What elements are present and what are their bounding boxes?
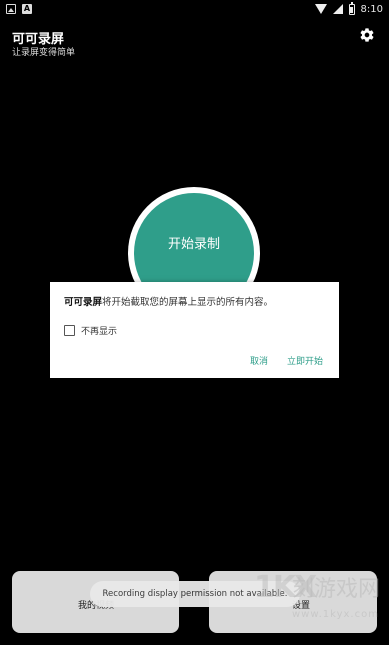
cancel-button[interactable]: 取消 <box>250 354 268 367</box>
image-notification-icon <box>6 4 16 14</box>
screen-capture-dialog: 可可录屏将开始截取您的屏幕上显示的所有内容。 不再显示 取消 立即开始 <box>50 282 339 378</box>
app-notification-icon: A <box>22 4 32 14</box>
dialog-app-name: 可可录屏 <box>64 297 103 308</box>
signal-icon <box>332 4 343 14</box>
settings-button[interactable] <box>356 24 378 46</box>
start-now-button[interactable]: 立即开始 <box>287 354 323 367</box>
gear-icon <box>360 28 374 42</box>
watermark-url: www.1kyx.com <box>292 609 379 620</box>
dont-show-again-option[interactable]: 不再显示 <box>64 324 117 337</box>
status-left: A <box>6 4 32 14</box>
wifi-icon <box>314 4 327 14</box>
battery-icon <box>348 1 355 15</box>
dialog-message-text: 将开始截取您的屏幕上显示的所有内容。 <box>102 297 274 308</box>
dont-show-again-label: 不再显示 <box>81 327 118 337</box>
status-right: 8:10 <box>314 1 383 15</box>
dont-show-again-checkbox[interactable] <box>64 325 75 336</box>
record-button-label: 开始录制 <box>167 236 220 252</box>
status-time: 8:10 <box>360 3 383 15</box>
status-bar: A 8:10 <box>0 0 389 18</box>
dialog-message: 可可录屏将开始截取您的屏幕上显示的所有内容。 <box>64 294 273 308</box>
app-subtitle: 让录屏变得简单 <box>12 48 76 58</box>
watermark-text: 刻游戏网 <box>292 577 381 602</box>
